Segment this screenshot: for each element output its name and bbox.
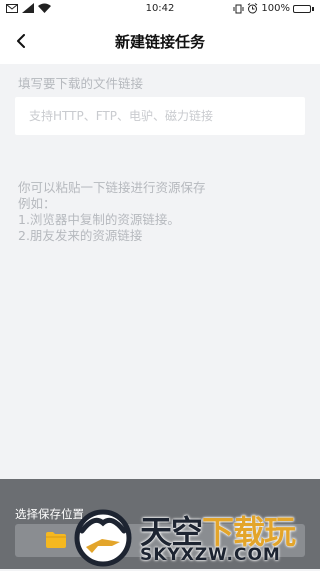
page-title: 新建链接任务: [114, 33, 205, 51]
status-bar: 10:42 100%: [0, 0, 320, 18]
vibrate-icon: [233, 4, 244, 14]
battery-icon: [293, 4, 314, 13]
alarm-icon: [247, 3, 258, 14]
battery-percent: 100%: [261, 3, 290, 14]
hint-line: 1.浏览器中复制的资源链接。: [18, 212, 180, 227]
hint-line: 你可以粘贴一下链接进行资源保存: [18, 180, 206, 195]
folder-icon: [45, 531, 67, 553]
hint-text: 你可以粘贴一下链接进行资源保存 例如： 1.浏览器中复制的资源链接。 2.朋友发…: [18, 180, 206, 244]
save-location-panel: 选择保存位置: [0, 479, 320, 569]
link-field-label: 填写要下载的文件链接: [18, 76, 144, 91]
save-location-picker[interactable]: [15, 524, 305, 557]
status-right-icons: 100%: [233, 3, 314, 14]
app-header: 新建链接任务: [0, 18, 320, 64]
hint-line: 2.朋友发来的资源链接: [18, 228, 143, 243]
link-input[interactable]: [15, 97, 305, 135]
hint-line: 例如：: [18, 196, 56, 211]
save-location-label: 选择保存位置: [15, 507, 84, 521]
